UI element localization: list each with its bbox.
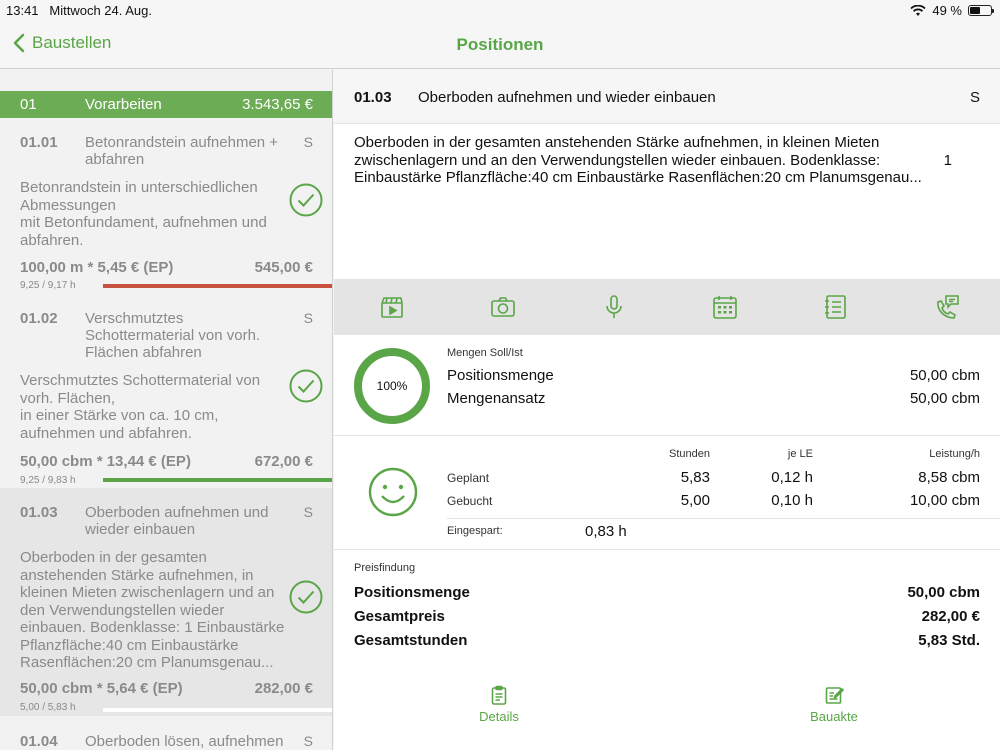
tab-label: Details xyxy=(479,709,519,724)
pricing-section: Preisfindung Positionsmenge 50,00 cbm Ge… xyxy=(334,550,1000,660)
group-title: Vorarbeiten xyxy=(85,96,162,113)
list-item-selected[interactable]: 01.03 Oberboden aufnehmen und wieder ein… xyxy=(0,488,332,716)
group-number: 01 xyxy=(20,96,37,113)
microphone-icon[interactable] xyxy=(600,293,628,321)
item-title: Verschmutztes Schottermaterial von vorh.… xyxy=(85,310,261,361)
quantity-row-value: 50,00 cbm xyxy=(909,390,980,407)
item-flag: S xyxy=(303,134,313,150)
item-description: Oberboden in der gesamten anstehenden St… xyxy=(20,549,285,671)
tab-label: Bauakte xyxy=(810,709,858,724)
item-progress-fill xyxy=(103,478,332,482)
item-price: 282,00 € xyxy=(254,680,313,697)
clipboard-icon xyxy=(491,685,507,705)
quantity-row-value: 50,00 cbm xyxy=(909,367,980,384)
battery-icon xyxy=(968,5,994,16)
item-progress-bar xyxy=(103,708,332,712)
checkmark-circle-icon xyxy=(289,183,323,217)
calendar-icon[interactable] xyxy=(711,293,739,321)
battery-percent: 49 % xyxy=(932,3,962,18)
row-label-planned: Geplant xyxy=(447,471,490,485)
planned-hours: 5,83 xyxy=(680,469,710,486)
item-hours: 5,00 / 5,83 h xyxy=(20,702,76,713)
row-label-booked: Gebucht xyxy=(447,494,493,508)
action-toolbar xyxy=(334,279,1000,335)
list-item[interactable]: 01.02 Verschmutztes Schottermaterial von… xyxy=(0,290,332,486)
tab-bauakte[interactable]: Bauakte xyxy=(794,685,874,724)
smiley-icon xyxy=(368,467,418,517)
group-header[interactable]: 01 Vorarbeiten 3.543,65 € xyxy=(0,91,332,118)
booked-performance: 10,00 cbm xyxy=(909,492,980,509)
list-item[interactable]: 01.04 Oberboden lösen, aufnehmen S xyxy=(0,716,332,750)
navigation-bar: Baustellen Positionen xyxy=(0,22,1000,69)
item-hours: 9,25 / 9,83 h xyxy=(20,475,76,486)
item-title: Oberboden lösen, aufnehmen xyxy=(85,733,284,750)
tab-details[interactable]: Details xyxy=(459,685,539,724)
item-flag: S xyxy=(303,733,313,749)
performance-section: Stunden je LE Leistung/h Geplant 5,83 0,… xyxy=(334,436,1000,550)
quantities-label: Mengen Soll/Ist xyxy=(447,347,523,359)
detail-longtext: Oberboden in der gesamten anstehenden St… xyxy=(354,134,922,186)
pricing-row-value: 282,00 € xyxy=(921,608,980,625)
status-bar: 13:41 Mittwoch 24. Aug. 49 % xyxy=(0,0,1000,22)
positions-list[interactable]: 01 Vorarbeiten 3.543,65 € 01.01 Betonran… xyxy=(0,70,333,750)
checkmark-circle-icon xyxy=(289,369,323,403)
item-price: 545,00 € xyxy=(254,259,313,276)
wifi-icon xyxy=(910,4,926,16)
item-calculation: 50,00 cbm * 5,64 € (EP) xyxy=(20,680,183,697)
item-title: Betonrandstein aufnehmen + abfahren xyxy=(85,134,279,168)
clapperboard-icon[interactable] xyxy=(378,293,406,321)
edit-document-icon xyxy=(825,687,844,704)
status-time: 13:41 xyxy=(6,3,39,18)
item-title: Oberboden aufnehmen und wieder einbauen xyxy=(85,504,269,538)
progress-ring-label: 100% xyxy=(376,379,408,393)
column-header-performance: Leistung/h xyxy=(929,448,980,460)
quantity-row-label: Positionsmenge xyxy=(447,367,554,384)
detail-number: 01.03 xyxy=(354,89,392,106)
item-number: 01.02 xyxy=(20,310,58,327)
item-description: Betonrandstein in unterschiedlichen Abme… xyxy=(20,179,267,249)
item-price: 672,00 € xyxy=(254,453,313,470)
camera-icon[interactable] xyxy=(489,293,517,321)
pricing-label: Preisfindung xyxy=(354,562,416,574)
planned-performance: 8,58 cbm xyxy=(918,469,980,486)
item-calculation: 100,00 m * 5,45 € (EP) xyxy=(20,259,174,276)
booked-per-unit: 0,10 h xyxy=(771,492,813,509)
quantity-row-label: Mengenansatz xyxy=(447,390,546,407)
list-item[interactable]: 01.01 Betonrandstein aufnehmen + abfahre… xyxy=(0,122,332,291)
status-date: Mittwoch 24. Aug. xyxy=(49,3,153,18)
item-number: 01.03 xyxy=(20,504,58,521)
pricing-row-label: Gesamtstunden xyxy=(354,632,468,649)
divider xyxy=(447,518,1000,519)
column-header-per-unit: je LE xyxy=(787,448,813,460)
group-price: 3.543,65 € xyxy=(242,96,313,113)
checkmark-circle-icon xyxy=(289,580,323,614)
item-number: 01.04 xyxy=(20,733,58,750)
column-header-hours: Stunden xyxy=(669,448,710,460)
page-title: Positionen xyxy=(456,35,544,54)
item-flag: S xyxy=(303,504,313,520)
item-progress-bar xyxy=(103,478,332,482)
pricing-row-label: Gesamtpreis xyxy=(354,608,445,625)
notes-list-icon[interactable] xyxy=(822,293,850,321)
detail-header: 01.03 Oberboden aufnehmen und wieder ein… xyxy=(334,70,1000,124)
item-progress-fill xyxy=(103,284,332,288)
pricing-row-value: 5,83 Std. xyxy=(918,632,980,649)
item-number: 01.01 xyxy=(20,134,58,151)
quantities-section: 100% Mengen Soll/Ist Positionsmenge 50,0… xyxy=(334,335,1000,436)
detail-title: Oberboden aufnehmen und wieder einbauen xyxy=(418,89,716,106)
detail-quantity-number: 1 xyxy=(943,152,952,169)
saved-value: 0,83 h xyxy=(585,523,627,540)
item-description: Verschmutztes Schottermaterial von vorh.… xyxy=(20,372,261,442)
position-detail: 01.03 Oberboden aufnehmen und wieder ein… xyxy=(334,70,1000,750)
item-flag: S xyxy=(303,310,313,326)
planned-per-unit: 0,12 h xyxy=(771,469,813,486)
phone-chat-icon[interactable] xyxy=(933,293,961,321)
saved-label: Eingespart: xyxy=(447,525,503,537)
item-progress-bar xyxy=(103,284,332,288)
item-calculation: 50,00 cbm * 13,44 € (EP) xyxy=(20,453,191,470)
detail-flag: S xyxy=(969,89,980,106)
pricing-row-label: Positionsmenge xyxy=(354,584,470,601)
pricing-row-value: 50,00 cbm xyxy=(907,584,980,601)
booked-hours: 5,00 xyxy=(680,492,710,509)
